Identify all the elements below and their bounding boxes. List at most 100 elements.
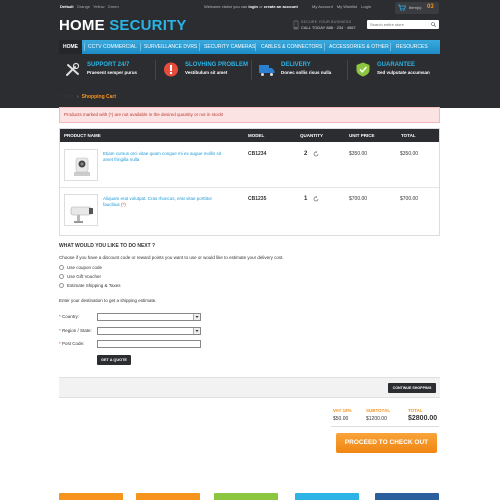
feature-title: Slovhing problem xyxy=(185,62,249,68)
country-select[interactable] xyxy=(97,313,201,321)
footer-strip xyxy=(0,486,500,500)
feature-divider xyxy=(347,60,348,80)
search-icon[interactable] xyxy=(431,22,436,27)
phone-number: CALL TODAY 888 · 234 · 4567 xyxy=(301,25,356,30)
option-voucher[interactable]: Use Gift Voucher xyxy=(59,274,101,280)
breadcrumb: Home › Shopping Cart xyxy=(60,94,116,100)
table-header: Product Name Model Quantity Unit Price T… xyxy=(60,129,439,142)
feature-subtitle: Sed vulputate accumsan xyxy=(377,70,430,75)
chevron-down-icon xyxy=(193,328,200,334)
checkout-button[interactable]: Proceed to check out xyxy=(336,433,437,453)
feature-subtitle: Vestibulum sit amet xyxy=(185,70,228,75)
quantity-value[interactable]: 2 xyxy=(304,151,307,157)
footer-tab[interactable] xyxy=(136,493,200,500)
nav-cctv-commercial[interactable]: CCTV Commercial xyxy=(88,40,137,54)
continue-shopping-button[interactable]: Continue Shopping xyxy=(388,383,436,393)
product-model: CB1234 xyxy=(248,151,267,157)
theme-green[interactable]: Green xyxy=(108,4,119,9)
cart-count: 03 xyxy=(427,4,434,10)
site-logo[interactable]: HOME SECURITY xyxy=(59,17,187,34)
breadcrumb-separator: › xyxy=(76,94,79,100)
nav-security-cameras[interactable]: Security Cameras xyxy=(204,40,255,54)
feature-title: Support 24/7 xyxy=(87,62,130,68)
phone-icon xyxy=(293,20,299,30)
my-account-link[interactable]: My Account xyxy=(312,4,333,9)
product-name-text: Aliquam erat volutpat. Cras rhoncus, era… xyxy=(103,196,213,207)
nav-home[interactable]: Home xyxy=(59,40,82,54)
footer-tab[interactable] xyxy=(295,493,359,500)
product-thumbnail[interactable] xyxy=(64,149,98,181)
header-unit-price: Unit Price xyxy=(349,133,375,138)
nav-accessories-other[interactable]: Accessories & Other xyxy=(329,40,389,54)
mini-cart[interactable]: Item(s) 03 xyxy=(395,2,439,14)
unit-price: $700.00 xyxy=(349,196,368,202)
continue-bar: Continue Shopping xyxy=(59,377,440,398)
my-wishlist-link[interactable]: My Wishlist xyxy=(337,4,357,9)
truck-icon xyxy=(259,65,275,76)
search-box xyxy=(367,20,439,29)
nav-surveillance-dvrs[interactable]: Surveillance DVRs xyxy=(144,40,197,54)
stock-warning: Products marked with (*) are not availab… xyxy=(59,107,440,123)
product-name-link[interactable]: Aliquam erat volutpat. Cras rhoncus, era… xyxy=(103,196,223,208)
search-input[interactable] xyxy=(370,21,428,28)
radio-button[interactable] xyxy=(59,274,64,280)
secure-label: SECURE YOUR BUSINESS xyxy=(301,20,352,24)
theme-default[interactable]: Default xyxy=(60,4,74,9)
feature-divider xyxy=(155,60,156,80)
total-label: Total xyxy=(408,408,423,413)
theme-yellow[interactable]: Yellow xyxy=(93,4,104,9)
nav-resources[interactable]: Resources xyxy=(396,40,428,54)
refresh-icon[interactable] xyxy=(313,196,319,202)
table-row: Etiam cursus orci vitae quam congue mi e… xyxy=(60,144,439,188)
region-select[interactable] xyxy=(97,327,201,335)
option-coupon[interactable]: Use coupon code xyxy=(59,265,103,271)
radio-button[interactable] xyxy=(59,265,64,271)
or-text: or xyxy=(259,4,263,9)
quantity-value[interactable]: 1 xyxy=(304,196,307,202)
site-header: Default Orange Yellow Green Welcome visi… xyxy=(0,0,500,108)
login-top-link[interactable]: Login xyxy=(361,4,371,9)
feature-divider xyxy=(251,60,252,80)
breadcrumb-home[interactable]: Home xyxy=(60,94,74,100)
line-total: $700.00 xyxy=(400,196,419,202)
login-link[interactable]: login xyxy=(248,4,258,9)
account-links: My Account My Wishlist Login xyxy=(312,4,374,9)
feature-support: Support 24/7 Praesent semper purus xyxy=(59,56,154,83)
get-quote-button[interactable]: Get a Quote xyxy=(97,355,131,365)
refresh-icon[interactable] xyxy=(313,151,319,157)
next-steps-description: Choose if you have a discount code or re… xyxy=(59,255,284,260)
footer-tab[interactable] xyxy=(375,493,439,500)
feature-title: Guarantee xyxy=(377,62,416,68)
option-label: Use coupon code xyxy=(67,265,103,270)
feature-strip: Support 24/7 Praesent semper purus Slovh… xyxy=(59,56,440,83)
vat-label: VAT 18% xyxy=(333,408,352,413)
shield-icon xyxy=(356,62,370,77)
camera-dome-icon xyxy=(74,157,90,176)
feature-subtitle: Donec sollis risus nulla xyxy=(281,70,332,75)
nav-cables-connectors[interactable]: Cables & Connectors xyxy=(261,40,322,54)
unit-price: $350.00 xyxy=(349,151,368,157)
feature-title: Delivery xyxy=(281,62,311,68)
header-quantity: Quantity xyxy=(300,133,323,138)
wrench-icon xyxy=(66,62,80,76)
alert-icon xyxy=(164,62,178,77)
product-thumbnail[interactable] xyxy=(64,194,98,226)
footer-tab[interactable] xyxy=(59,493,123,500)
radio-button[interactable] xyxy=(59,283,64,289)
cart-label: Item(s) xyxy=(409,5,422,10)
theme-orange[interactable]: Orange xyxy=(77,4,90,9)
footer-tab[interactable] xyxy=(214,493,278,500)
theme-switcher: Default Orange Yellow Green xyxy=(60,4,121,9)
logo-text-security: SECURITY xyxy=(109,17,187,34)
create-account-link[interactable]: create an account xyxy=(264,4,298,9)
nav-divider xyxy=(255,43,256,51)
postcode-input[interactable] xyxy=(97,340,201,348)
option-shipping[interactable]: Estimate Shipping & Taxes xyxy=(59,283,121,289)
feature-problem: Slovhing problem Vestibulum sit amet xyxy=(157,56,252,83)
product-name-link[interactable]: Etiam cursus orci vitae quam congue mi e… xyxy=(103,151,223,163)
nav-divider xyxy=(199,43,200,51)
destination-description: Enter your destination to get a shipping… xyxy=(59,298,157,303)
option-label: Estimate Shipping & Taxes xyxy=(67,283,121,288)
nav-divider xyxy=(140,43,141,51)
header-model: Model xyxy=(248,133,265,138)
